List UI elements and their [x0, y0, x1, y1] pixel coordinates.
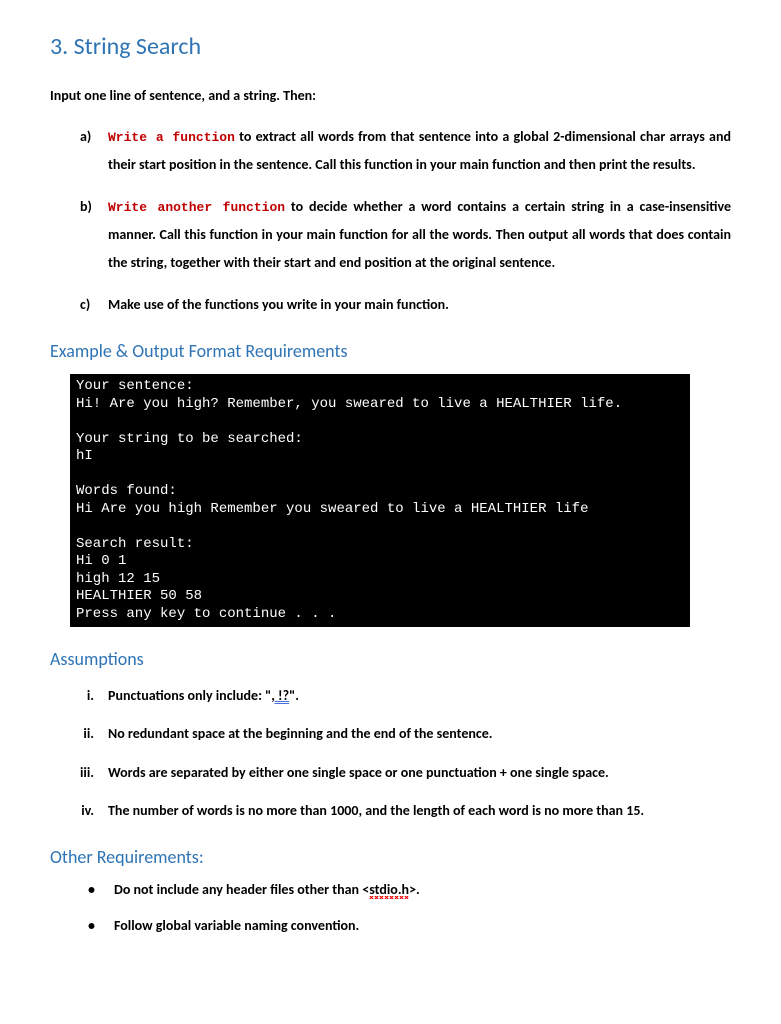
page-title: 3. String Search: [50, 30, 731, 64]
marker-iii: iii.: [60, 760, 94, 787]
task-item-c: c) Make use of the functions you write i…: [80, 291, 731, 319]
task-item-b: b) Write another function to decide whet…: [80, 193, 731, 277]
other-req2-text: Follow global variable naming convention…: [114, 917, 359, 934]
assumptions-list: i. Punctuations only include: ", !?". ii…: [50, 683, 731, 825]
other-req1-squiggle: stdio.h: [369, 881, 409, 899]
marker-iv: iv.: [60, 798, 94, 825]
assumption-iii-text: Words are separated by either one single…: [108, 764, 609, 781]
other-req1-post: >.: [409, 881, 420, 898]
assumption-iv: iv. The number of words is no more than …: [60, 798, 731, 825]
other-req1-pre: Do not include any header files other th…: [114, 881, 369, 898]
assumption-iii: iii. Words are separated by either one s…: [60, 760, 731, 787]
assumption-i-pre: Punctuations only include: ": [108, 687, 271, 704]
marker-b: b): [80, 193, 92, 221]
task-item-a: a) Write a function to extract all words…: [80, 123, 731, 179]
console-output: Your sentence: Hi! Are you high? Remembe…: [70, 374, 690, 627]
red-text-a: Write a function: [108, 130, 235, 145]
assumption-i-squiggle: , !?: [271, 687, 289, 704]
other-requirement-1: Do not include any header files other th…: [88, 880, 731, 900]
assumption-i-post: ".: [289, 687, 299, 704]
task-list: a) Write a function to extract all words…: [50, 123, 731, 319]
intro-text: Input one line of sentence, and a string…: [50, 86, 731, 106]
other-requirements-list: Do not include any header files other th…: [50, 880, 731, 935]
marker-a: a): [80, 123, 91, 151]
marker-i: i.: [60, 683, 94, 710]
marker-ii: ii.: [60, 721, 94, 748]
other-requirement-2: Follow global variable naming convention…: [88, 916, 731, 936]
assumption-ii-text: No redundant space at the beginning and …: [108, 725, 493, 742]
assumption-iv-text: The number of words is no more than 1000…: [108, 802, 644, 819]
assumption-i: i. Punctuations only include: ", !?".: [60, 683, 731, 710]
red-text-b: Write another function: [108, 200, 285, 215]
example-heading: Example & Output Format Requirements: [50, 339, 731, 364]
task-text-c: Make use of the functions you write in y…: [108, 296, 449, 313]
other-requirements-heading: Other Requirements:: [50, 845, 731, 870]
marker-c: c): [80, 291, 90, 319]
assumptions-heading: Assumptions: [50, 647, 731, 672]
assumption-ii: ii. No redundant space at the beginning …: [60, 721, 731, 748]
